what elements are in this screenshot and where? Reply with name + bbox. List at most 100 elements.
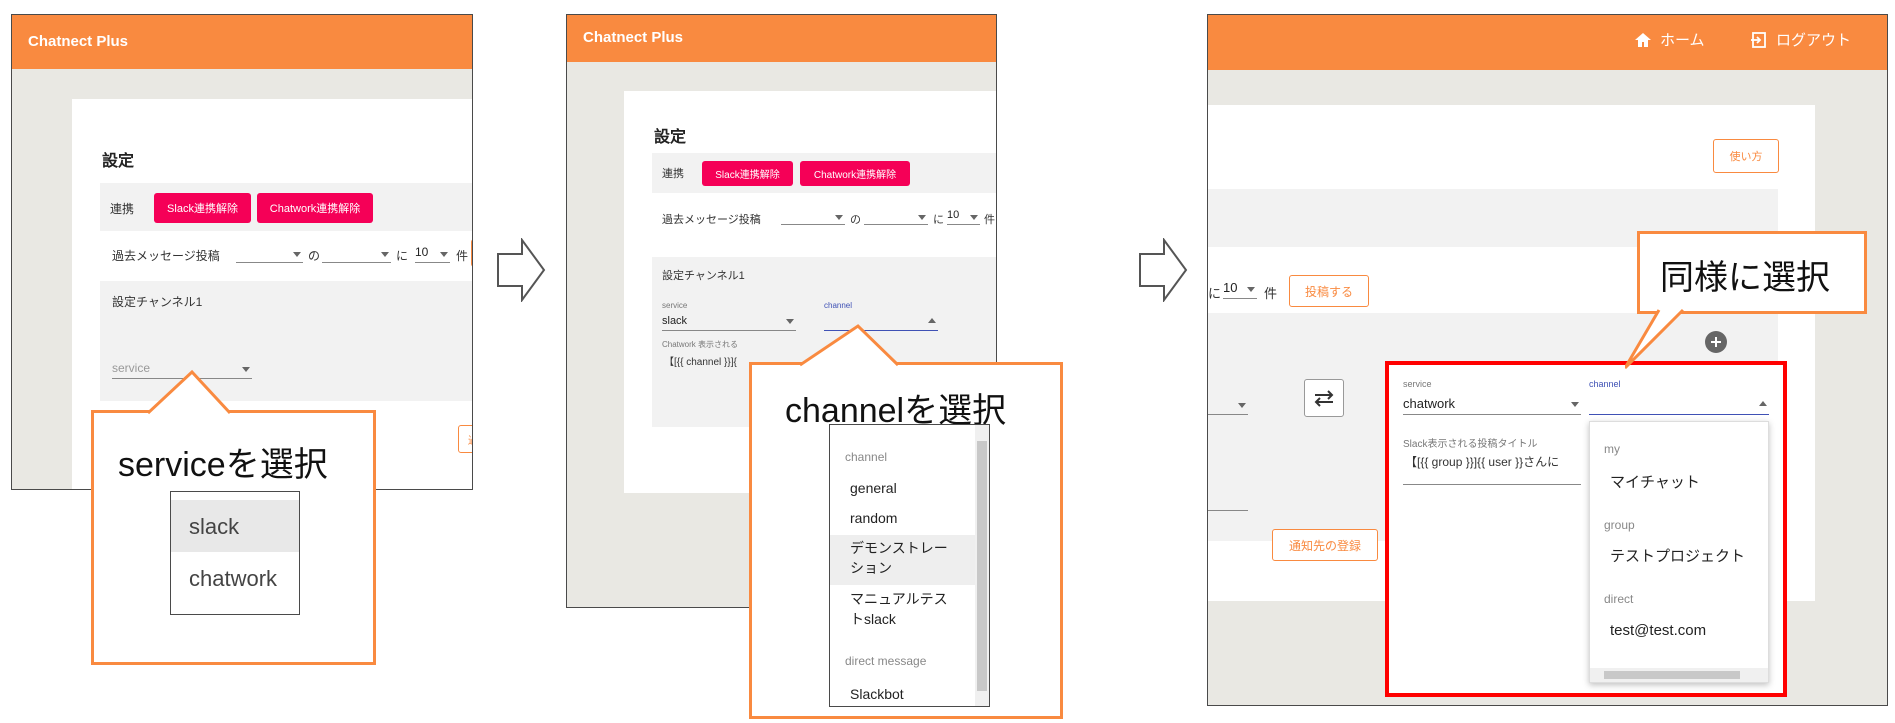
channel-item-testproject[interactable]: テストプロジェクト [1610,546,1745,567]
app-title: Chatnect Plus [28,33,129,50]
past-posts-select-a[interactable] [781,209,845,225]
logout-link[interactable]: ログアウト [1750,29,1851,50]
count-unit: 件 [984,214,995,226]
group-channel: channel [845,450,888,464]
callout-text: serviceを選択 [118,446,328,484]
highlight-box: service chatwork channel Slack表示される投稿タイト… [1385,361,1787,697]
left-service-select[interactable] [1208,395,1248,415]
callout-tail [800,324,900,367]
channel-item-mychat[interactable]: マイチャット [1610,472,1700,493]
chatwork-title-label: Chatwork 表示される [662,340,739,349]
plus-icon [1711,337,1721,347]
group-direct-message: direct message [845,654,927,668]
chatwork-channel-list: my マイチャット group テストプロジェクト direct test@te… [1589,421,1769,683]
chevron-down-icon [242,366,250,372]
count-select[interactable]: 10 [1223,279,1257,299]
chatwork-unlink-button[interactable]: Chatwork連携解除 [257,193,373,223]
group-group: group [1604,518,1635,532]
add-channel-button[interactable] [1705,331,1727,353]
chevron-down-icon [381,251,389,257]
chevron-down-icon [1247,286,1255,292]
count-unit: 件 [456,249,469,263]
chevron-down-icon [918,214,926,220]
link-label: 連携 [110,202,135,216]
left-title-field[interactable] [1208,491,1248,511]
chevron-up-icon [1759,400,1767,406]
callout-select-same: 同様に選択 [1637,231,1867,314]
ni-label: に [396,249,409,263]
channel-label: channel [824,301,853,310]
scrollbar-thumb[interactable] [977,441,987,691]
post-button-truncated[interactable] [471,239,472,267]
service-options-list: slack chatwork [170,491,300,615]
slack-title-field[interactable] [1403,465,1581,485]
chevron-up-icon [928,317,936,323]
ni-label: に [1208,286,1222,301]
channel-item[interactable]: マニュアルテス トslack [850,590,948,629]
callout-select-service: serviceを選択 slack chatwork [91,410,376,665]
past-posts-label: 過去メッセージ投稿 [112,249,220,263]
group-my: my [1604,442,1620,456]
truncated-button[interactable]: 過 [458,425,472,453]
channel-item[interactable]: Slackbot [850,685,904,705]
page-title: 設定 [102,153,135,170]
of-label: の [850,214,861,226]
channel-item[interactable]: random [850,509,897,529]
chevron-down-icon [970,214,978,220]
app-header: ホーム ログアウト [1208,15,1887,70]
logout-icon [1751,31,1766,48]
post-button[interactable]: 投稿する [1289,275,1369,307]
count-select[interactable]: 10 [947,209,980,225]
link-row: 連携 Slack連携解除 Chatwork連携解除 [100,183,472,231]
callout-tail [1625,308,1685,370]
count-select[interactable]: 10 [415,245,450,263]
home-link[interactable]: ホーム [1634,29,1705,50]
chevron-down-icon [786,318,794,324]
usage-button[interactable]: 使い方 [1713,139,1779,173]
channel-select[interactable] [1589,393,1769,415]
slack-title-label: Slack表示される投稿タイトル [1403,439,1538,450]
chevron-down-icon [1571,401,1579,407]
service-select[interactable]: chatwork [1403,393,1581,415]
of-label: の [308,249,321,263]
past-posts-label: 過去メッセージ投稿 [662,214,761,226]
group-direct: direct [1604,592,1634,606]
link-label: 連携 [662,168,684,180]
app-title: Chatnect Plus [583,29,684,46]
app-header: Chatnect Plus [567,15,996,62]
horizontal-scrollbar-thumb[interactable] [1604,671,1740,679]
callout-text: 同様に選択 [1660,259,1830,297]
chevron-down-icon [293,251,301,257]
channel-label: channel [1589,379,1621,389]
notify-register-button[interactable]: 通知先の登録 [1272,529,1378,561]
chevron-down-icon [835,214,843,220]
slack-unlink-button[interactable]: Slack連携解除 [154,193,251,223]
chevron-down-icon [1238,402,1246,408]
channel-item-testuser[interactable]: test@test.com [1610,620,1706,641]
past-posts-select-b[interactable] [322,245,391,263]
app-header: Chatnect Plus [12,15,472,69]
channel-section-title: 設定チャンネル1 [112,295,203,309]
service-label: service [1403,379,1432,389]
slack-unlink-button[interactable]: Slack連携解除 [702,161,793,186]
callout-select-channel: channelを選択 channel general random デモンストレ… [749,362,1063,719]
swap-button[interactable] [1304,379,1344,417]
chatwork-unlink-button[interactable]: Chatwork連携解除 [800,161,910,186]
count-unit: 件 [1264,286,1278,301]
past-posts-select-a[interactable] [236,245,303,263]
chatwork-title-value: 【[{{ channel }}]{ [664,357,737,368]
service-label: service [662,301,688,310]
channel-item[interactable]: デモンストレー ション [830,535,975,585]
next-arrow-icon [1138,238,1188,302]
callout-tail [148,369,232,415]
channel-section-title: 設定チャンネル1 [662,270,745,282]
channel-item[interactable]: general [850,479,897,499]
chevron-down-icon [440,251,448,257]
option-slack[interactable]: slack [171,500,299,552]
past-posts-select-b[interactable] [864,209,928,225]
page-title: 設定 [654,129,687,146]
service-select[interactable]: slack [662,311,796,331]
slack-channel-list: channel general random デモンストレー ション マニュアル… [829,424,990,707]
option-chatwork[interactable]: chatwork [171,552,299,604]
link-row: 連携 Slack連携解除 Chatwork連携解除 [652,153,996,193]
